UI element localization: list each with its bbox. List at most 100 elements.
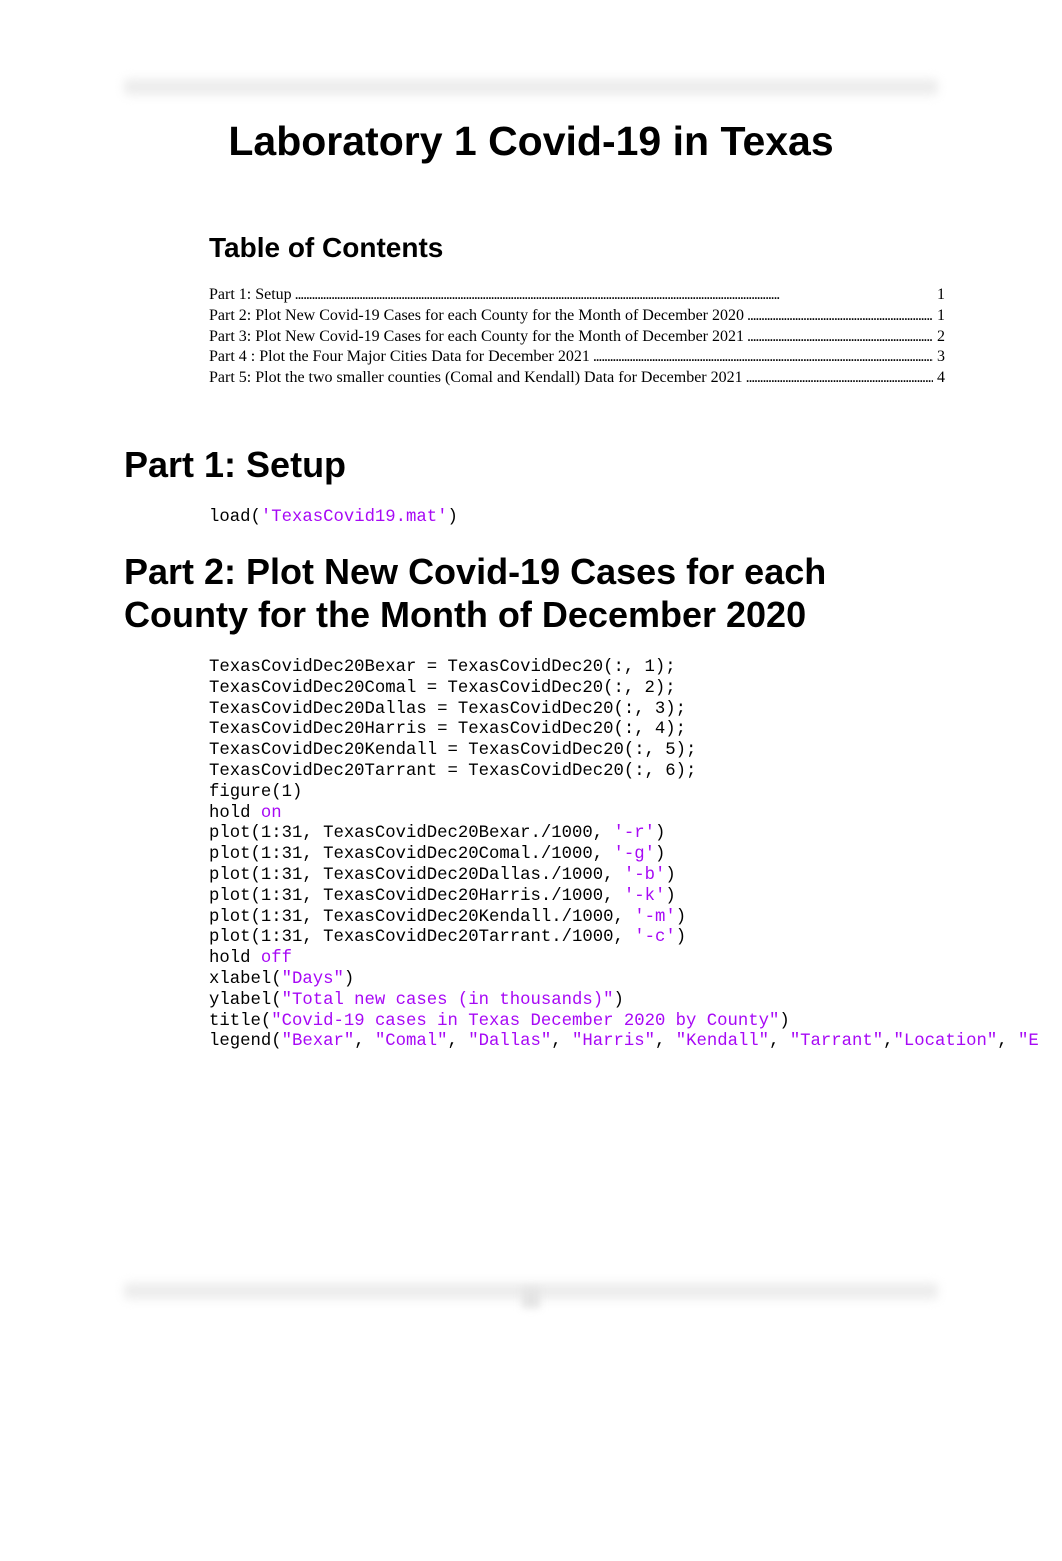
code-line: plot(1:31, TexasCovidDec20Comal./1000, '… bbox=[209, 845, 1039, 866]
code-string: "Harris" bbox=[572, 1032, 655, 1052]
code-string: '-c' bbox=[634, 928, 676, 948]
code-text: ) bbox=[654, 845, 666, 865]
code-text: , bbox=[654, 1032, 676, 1052]
toc-entry-part-4[interactable]: Part 4 : Plot the Four Major Cities Data… bbox=[209, 347, 945, 368]
toc-entry-page[interactable]: 4 bbox=[933, 368, 945, 389]
code-text: legend( bbox=[209, 1032, 282, 1052]
code-text: ) bbox=[654, 824, 666, 844]
code-string: "Kendall" bbox=[675, 1032, 770, 1052]
code-string: "Covid-19 cases in Texas December 2020 b… bbox=[271, 1011, 780, 1031]
code-string: '-m' bbox=[634, 907, 676, 927]
code-line: plot(1:31, TexasCovidDec20Bexar./1000, '… bbox=[209, 824, 1039, 845]
toc-entry-page[interactable]: 1 bbox=[933, 306, 945, 327]
code-line: legend("Bexar", "Comal", "Dallas", "Harr… bbox=[209, 1032, 1039, 1053]
code-line: hold on bbox=[209, 804, 1039, 825]
code-string: "Tarrant" bbox=[789, 1032, 884, 1052]
code-text: ylabel( bbox=[209, 990, 282, 1010]
code-line: TexasCovidDec20Harris = TexasCovidDec20(… bbox=[209, 720, 1039, 741]
blurred-header-bar bbox=[124, 79, 938, 95]
toc-entry-page[interactable]: 2 bbox=[933, 327, 945, 348]
code-text: title( bbox=[209, 1011, 272, 1031]
code-text: ) bbox=[779, 1011, 790, 1031]
code-text: ) bbox=[343, 969, 355, 989]
code-text: plot(1:31, TexasCovidDec20Kendall./1000, bbox=[209, 907, 635, 927]
code-string: "Days" bbox=[281, 969, 344, 989]
code-string: '-b' bbox=[623, 865, 666, 885]
code-text: , bbox=[447, 1032, 469, 1052]
toc-entry-part-5[interactable]: Part 5: Plot the two smaller counties (C… bbox=[209, 368, 945, 389]
code-line: hold off bbox=[209, 949, 1039, 970]
code-text: ) bbox=[447, 508, 458, 527]
code-line: xlabel("Days") bbox=[209, 970, 1039, 991]
code-string: '-k' bbox=[623, 886, 666, 906]
code-text: ) bbox=[675, 928, 687, 948]
code-text: ) bbox=[675, 907, 687, 927]
code-line: plot(1:31, TexasCovidDec20Harris./1000, … bbox=[209, 887, 1039, 908]
code-string: '-g' bbox=[613, 845, 655, 865]
code-keyword: on bbox=[260, 803, 282, 823]
toc-heading: Table of Contents bbox=[209, 232, 444, 263]
code-keyword: off bbox=[260, 949, 292, 969]
code-line: plot(1:31, TexasCovidDec20Kendall./1000,… bbox=[209, 908, 1039, 929]
code-text: , bbox=[551, 1032, 572, 1052]
code-text: load( bbox=[209, 508, 261, 527]
code-text: hold bbox=[209, 949, 261, 969]
code-line: plot(1:31, TexasCovidDec20Dallas./1000, … bbox=[209, 866, 1039, 887]
code-string: "Location" bbox=[893, 1032, 998, 1052]
code-line: TexasCovidDec20Dallas = TexasCovidDec20(… bbox=[209, 700, 1039, 721]
document-title: Laboratory 1 Covid-19 in Texas bbox=[228, 118, 834, 164]
code-text: plot(1:31, TexasCovidDec20Dallas./1000, bbox=[209, 865, 624, 885]
code-string: '-r' bbox=[613, 824, 655, 844]
code-line: figure(1) bbox=[209, 783, 1039, 804]
toc-leader-dots bbox=[744, 327, 933, 348]
code-line: TexasCovidDec20Bexar = TexasCovidDec20(:… bbox=[209, 658, 1039, 679]
code-line: ylabel("Total new cases (in thousands)") bbox=[209, 991, 1039, 1012]
code-text: TexasCovidDec20Bexar = TexasCovidDec20(:… bbox=[209, 658, 676, 677]
toc-entry-label[interactable]: Part 2: Plot New Covid-19 Cases for each… bbox=[209, 306, 744, 327]
code-line: TexasCovidDec20Comal = TexasCovidDec20(:… bbox=[209, 679, 1039, 700]
table-of-contents: Part 1: Setup 1 Part 2: Plot New Covid-1… bbox=[209, 285, 945, 389]
toc-entry-label[interactable]: Part 4 : Plot the Four Major Cities Data… bbox=[209, 347, 590, 368]
toc-leader-dots bbox=[743, 368, 933, 389]
toc-entry-part-1[interactable]: Part 1: Setup 1 bbox=[209, 285, 945, 306]
code-text: plot(1:31, TexasCovidDec20Harris./1000, bbox=[209, 886, 624, 906]
section-heading-part-1: Part 1: Setup bbox=[124, 444, 347, 485]
blurred-page-number bbox=[522, 1288, 540, 1308]
code-line: plot(1:31, TexasCovidDec20Tarrant./1000,… bbox=[209, 928, 1039, 949]
code-string: "Dallas" bbox=[468, 1032, 552, 1052]
code-text: TexasCovidDec20Comal = TexasCovidDec20(:… bbox=[209, 678, 676, 698]
code-text: plot(1:31, TexasCovidDec20Bexar./1000, bbox=[209, 824, 614, 844]
code-text: ) bbox=[613, 990, 624, 1010]
code-text: , bbox=[997, 1032, 1018, 1052]
code-text: TexasCovidDec20Tarrant = TexasCovidDec20… bbox=[209, 761, 697, 781]
toc-entry-page[interactable]: 3 bbox=[933, 347, 945, 368]
code-text: hold bbox=[209, 803, 261, 823]
toc-entry-label[interactable]: Part 5: Plot the two smaller counties (C… bbox=[209, 368, 743, 389]
code-string: "E bbox=[1018, 1032, 1039, 1052]
code-string: 'TexasCovid19.mat' bbox=[260, 508, 448, 527]
toc-entry-part-3[interactable]: Part 3: Plot New Covid-19 Cases for each… bbox=[209, 327, 945, 348]
code-text: TexasCovidDec20Dallas = TexasCovidDec20(… bbox=[209, 699, 687, 719]
code-text: TexasCovidDec20Kendall = TexasCovidDec20… bbox=[209, 741, 697, 761]
code-text: ) bbox=[665, 886, 676, 906]
code-block-part-1: load('TexasCovid19.mat') bbox=[209, 508, 458, 529]
code-text: , bbox=[354, 1032, 375, 1052]
code-line: load('TexasCovid19.mat') bbox=[209, 508, 458, 529]
code-string: "Comal" bbox=[374, 1032, 448, 1052]
code-text: plot(1:31, TexasCovidDec20Comal./1000, bbox=[209, 845, 614, 865]
code-line: TexasCovidDec20Tarrant = TexasCovidDec20… bbox=[209, 762, 1039, 783]
toc-entry-label[interactable]: Part 1: Setup bbox=[209, 285, 292, 306]
toc-entry-page[interactable]: 1 bbox=[933, 285, 945, 306]
code-text: , bbox=[769, 1032, 790, 1052]
code-text: TexasCovidDec20Harris = TexasCovidDec20(… bbox=[209, 720, 687, 740]
toc-entry-part-2[interactable]: Part 2: Plot New Covid-19 Cases for each… bbox=[209, 306, 945, 327]
code-text: ) bbox=[665, 865, 676, 885]
code-string: "Bexar" bbox=[281, 1032, 355, 1052]
toc-leader-dots bbox=[744, 306, 933, 327]
toc-leader-dots bbox=[590, 347, 933, 368]
code-text: , bbox=[883, 1032, 894, 1052]
toc-entry-label[interactable]: Part 3: Plot New Covid-19 Cases for each… bbox=[209, 327, 744, 348]
section-heading-part-2: Part 2: Plot New Covid-19 Cases for each… bbox=[124, 551, 827, 635]
code-line: TexasCovidDec20Kendall = TexasCovidDec20… bbox=[209, 741, 1039, 762]
code-string: "Total new cases (in thousands)" bbox=[281, 990, 614, 1010]
